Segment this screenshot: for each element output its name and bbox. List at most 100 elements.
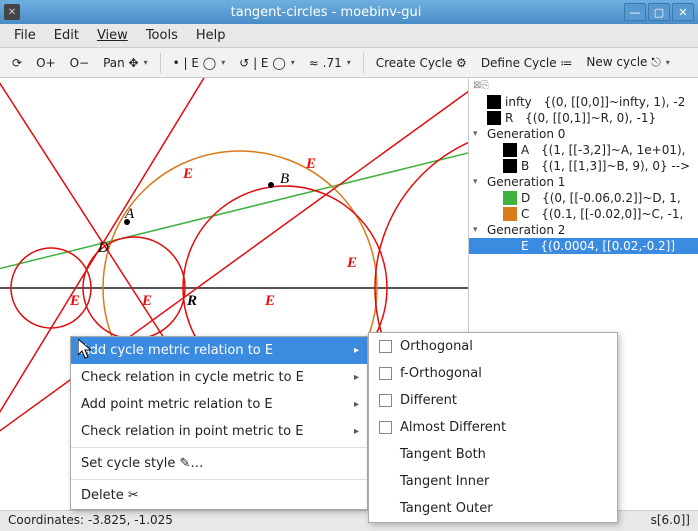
checkbox-icon[interactable] [379,340,392,353]
ctx-add-cycle-metric[interactable]: Add cycle metric relation to E ▸ [71,337,367,364]
tree-label: B [521,159,529,173]
tree-label: R [505,111,513,125]
context-submenu: Orthogonal f-Orthogonal Different Almost… [368,332,618,523]
sub-f-orthogonal[interactable]: f-Orthogonal [369,360,617,387]
checkbox-icon[interactable] [379,367,392,380]
label-A: A [124,206,135,222]
sub-almost-different[interactable]: Almost Different [369,414,617,441]
ctx-label: Check relation in point metric to E [81,424,303,439]
new-cycle-button[interactable]: New cycle ⎋ [580,53,675,72]
window-buttons: — ▢ ✕ [624,3,694,21]
tree-item-b[interactable]: B {(1, [[1,3]]~B, 9), 0} --> [469,158,698,174]
pan-button[interactable]: Pan ✥ [97,54,154,72]
tree-item-d[interactable]: D {(0, [[-0.06,0.2]]~D, 1, [469,190,698,206]
ctx-label: Check relation in cycle metric to E [81,370,304,385]
toolbar: ⟳ O+ O− Pan ✥ • | E ◯ ↺ | E ◯ ≈ .71 Crea… [0,48,698,78]
checkbox-icon[interactable] [379,421,392,434]
sub-label: f-Orthogonal [400,366,482,381]
zoom-in-button[interactable]: O+ [30,54,62,72]
menu-help[interactable]: Help [188,26,234,45]
dot-eo-button[interactable]: • | E ◯ [167,54,232,72]
tree-item-infty[interactable]: infty {(0, [[0,0]]~infty, 1), -2 [469,94,698,110]
ctx-add-point-metric[interactable]: Add point metric relation to E ▸ [71,391,367,418]
define-cycle-button[interactable]: Define Cycle ≔ [475,54,579,72]
ctx-set-cycle-style[interactable]: Set cycle style ✎… [71,450,367,477]
status-coords: Coordinates: -3.825, -1.025 [8,513,173,529]
ctx-delete[interactable]: Delete ✂ [71,482,367,509]
submenu-arrow-icon: ▸ [354,372,359,383]
tree-item-c[interactable]: C {(0.1, [[-0.02,0]]~C, -1, [469,206,698,222]
refresh-button[interactable]: ⟳ [6,54,28,72]
sub-label: Tangent Inner [400,474,489,489]
tree-toolbar[interactable]: ⊠⎘ [469,78,698,94]
sub-tangent-outer[interactable]: Tangent Outer [369,495,617,522]
sub-label: Almost Different [400,420,506,435]
spiral-eo-button[interactable]: ↺ | E ◯ [233,54,301,72]
tree-item-r[interactable]: R {(0, [[0,1]]~R, 0), -1} [469,110,698,126]
label-E: E [305,156,316,172]
checkbox-icon[interactable] [379,394,392,407]
ctx-label: Add point metric relation to E [81,397,273,412]
status-right: s[6.0]] [651,513,690,529]
label-E: E [346,255,357,271]
submenu-arrow-icon: ▸ [354,345,359,356]
label-E: E [141,293,152,309]
tree-group-gen1[interactable]: ▾ Generation 1 [469,174,698,190]
sub-label: Tangent Both [400,447,486,462]
sub-label: Tangent Outer [400,501,493,516]
tree-detail: {(1, [[-3,2]]~A, 1e+01), [541,143,685,157]
sub-different[interactable]: Different [369,387,617,414]
sub-label: Different [400,393,457,408]
tree-group-gen0[interactable]: ▾ Generation 0 [469,126,698,142]
swatch-icon [487,95,501,109]
ctx-label: Add cycle metric relation to E [81,343,273,358]
separator [160,53,161,73]
menu-edit[interactable]: Edit [46,26,87,45]
tree-label: infty [505,95,532,109]
chevron-down-icon: ▾ [473,177,483,187]
sub-tangent-both[interactable]: Tangent Both [369,441,617,468]
context-menu: Add cycle metric relation to E ▸ Check r… [70,336,368,510]
swatch-icon [503,143,517,157]
approx-button[interactable]: ≈ .71 [303,54,357,72]
ctx-label: Delete ✂ [81,488,139,503]
close-button[interactable]: ✕ [672,3,694,21]
tree-detail: {(0, [[-0.06,0.2]]~D, 1, [542,191,681,205]
ctx-check-cycle-metric[interactable]: Check relation in cycle metric to E ▸ [71,364,367,391]
menu-view[interactable]: View [89,26,136,45]
sub-label: Orthogonal [400,339,473,354]
label-E: E [264,293,275,309]
tree-item-a[interactable]: A {(1, [[-3,2]]~A, 1e+01), [469,142,698,158]
label-D: D [97,240,109,256]
swatch-icon [503,191,517,205]
tree-detail: {(0, [[0,1]]~R, 0), -1} [525,111,656,125]
swatch-icon [503,207,517,221]
tree-label: C [521,207,529,221]
tree-group-gen2[interactable]: ▾ Generation 2 [469,222,698,238]
swatch-icon [503,239,517,253]
zoom-out-button[interactable]: O− [64,54,96,72]
minimize-button[interactable]: — [624,3,646,21]
label-B: B [280,171,289,187]
ctx-check-point-metric[interactable]: Check relation in point metric to E ▸ [71,418,367,445]
separator [363,53,364,73]
tree-label: A [521,143,529,157]
maximize-button[interactable]: ▢ [648,3,670,21]
titlebar: ✕ tangent-circles - moebinv-gui — ▢ ✕ [0,0,698,24]
create-cycle-button[interactable]: Create Cycle ⚙ [370,54,473,72]
ctx-label: Set cycle style ✎… [81,456,203,471]
menu-file[interactable]: File [6,26,44,45]
chevron-down-icon: ▾ [473,129,483,139]
tree-detail: {(0.1, [[-0.02,0]]~C, -1, [541,207,683,221]
tree-item-e[interactable]: E {(0.0004, [[0.02,-0.2]] [469,238,698,254]
chevron-down-icon: ▾ [473,225,483,235]
tree-group-label: Generation 0 [487,127,565,141]
menu-tools[interactable]: Tools [138,26,186,45]
sub-tangent-inner[interactable]: Tangent Inner [369,468,617,495]
tree-group-label: Generation 1 [487,175,565,189]
tree-group-label: Generation 2 [487,223,565,237]
tree-detail: {(0.0004, [[0.02,-0.2]] [540,239,675,253]
label-E: E [69,293,80,309]
sub-orthogonal[interactable]: Orthogonal [369,333,617,360]
window-title: tangent-circles - moebinv-gui [28,5,624,20]
